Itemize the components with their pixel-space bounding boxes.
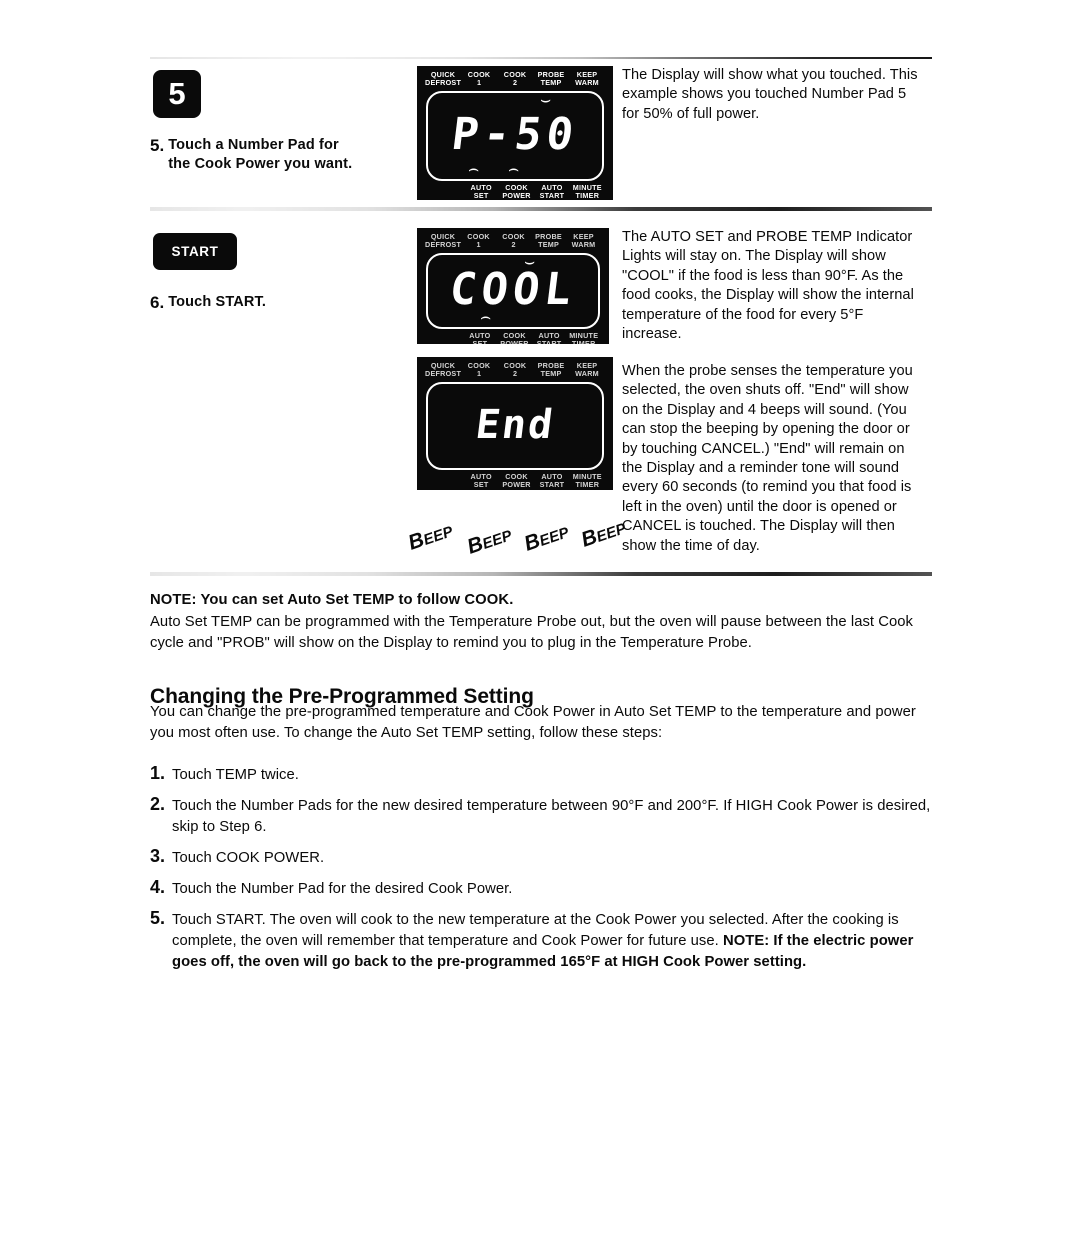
display-readout: End xyxy=(473,401,557,448)
indicator-keep-warm: KEEP WARM xyxy=(575,70,599,88)
panel-top-indicator-labels: QUICK DEFROST COOK 1 COOK 2 PROBE TEMP K… xyxy=(423,361,607,379)
list-item: 1. Touch TEMP twice. xyxy=(150,763,940,786)
indicator-auto-set: AUTO SET xyxy=(470,471,492,490)
step-number: 4. xyxy=(150,877,166,897)
indicator-cook-1: COOK 1 xyxy=(467,70,491,88)
indicator-minute-timer: MINUTE TIMER xyxy=(569,330,599,349)
oven-display-panel-end: QUICK DEFROST COOK 1 COOK 2 PROBE TEMP K… xyxy=(417,357,613,490)
indicator-cook-2: COOK 2 xyxy=(503,70,527,88)
beep-word-3: BEEP xyxy=(521,524,572,556)
indicator-auto-start: AUTO START xyxy=(536,330,562,349)
oven-display-panel-p50: QUICK DEFROST COOK 1 COOK 2 PROBE TEMP K… xyxy=(417,66,613,200)
indicator-probe-temp: PROBE TEMP xyxy=(537,70,565,88)
step-text: Touch TEMP twice. xyxy=(172,767,299,783)
list-item: 3. Touch COOK POWER. xyxy=(150,846,940,869)
panel-bottom-indicator-labels: AUTO SET COOK POWER AUTO START MINUTE TI… xyxy=(423,471,607,490)
note-body: Auto Set TEMP can be programmed with the… xyxy=(150,614,913,651)
display-readout: COOL xyxy=(446,263,580,315)
list-item: 5. Touch START. The oven will cook to th… xyxy=(150,908,940,973)
indicator-cook-1: COOK 1 xyxy=(467,361,491,379)
list-item: 4. Touch the Number Pad for the desired … xyxy=(150,877,940,900)
indicator-keep-warm: KEEP WARM xyxy=(575,361,599,379)
indicator-cook-power: COOK POWER xyxy=(500,330,529,349)
divider-lower xyxy=(150,572,932,576)
panel-top-indicator-labels: QUICK DEFROST COOK 1 COOK 2 PROBE TEMP K… xyxy=(423,232,603,250)
step-number: 3. xyxy=(150,846,166,866)
divider-mid xyxy=(150,207,932,211)
instruction-step-5: 5. Touch a Number Pad for the Cook Power… xyxy=(150,136,400,174)
step-text: Touch COOK POWER. xyxy=(172,850,325,866)
oven-display-panel-cool: QUICK DEFROST COOK 1 COOK 2 PROBE TEMP K… xyxy=(417,228,609,348)
start-key-graphic: START xyxy=(153,233,237,270)
indicator-keep-warm: KEEP WARM xyxy=(571,232,596,250)
indicator-cook-1: COOK 1 xyxy=(467,232,490,250)
step-6-description: The AUTO SET and PROBE TEMP Indicator Li… xyxy=(622,229,914,343)
panel-screen: ⌣ P-50 ⌢ ⌢ xyxy=(426,89,604,181)
step-text: Touch START. The oven will cook to the n… xyxy=(172,910,940,973)
numbered-step-list: 1. Touch TEMP twice. 2. Touch the Number… xyxy=(150,763,940,981)
beep-word-1: BEEP xyxy=(405,523,456,555)
step-5-description: The Display will show what you touched. … xyxy=(622,67,918,122)
beep-word-2: BEEP xyxy=(464,527,515,559)
indicator-minute-timer: MINUTE TIMER xyxy=(572,182,602,201)
end-block-description: When the probe senses the temperature yo… xyxy=(622,363,913,554)
panel-screen: ⌣ COOL ⌢ xyxy=(426,252,600,329)
indicator-tick-down-icon: ⌢ xyxy=(480,306,492,327)
step-5-text: Touch a Number Pad for the Cook Power yo… xyxy=(168,137,353,172)
manual-page: 5 5. Touch a Number Pad for the Cook Pow… xyxy=(0,0,1080,1251)
divider-top xyxy=(150,57,932,59)
indicator-tick-up-icon: ⌣ xyxy=(540,89,552,110)
indicator-auto-set: AUTO SET xyxy=(469,330,491,349)
step-5-number: 5. xyxy=(150,136,165,155)
indicator-tick-down-icon-a: ⌢ xyxy=(468,158,480,179)
step-number: 5. xyxy=(150,908,166,928)
indicator-minute-timer: MINUTE TIMER xyxy=(572,471,602,490)
note-heading: NOTE: You can set Auto Set TEMP to follo… xyxy=(150,592,514,608)
indicator-cook-2: COOK 2 xyxy=(503,361,527,379)
panel-top-indicator-labels: QUICK DEFROST COOK 1 COOK 2 PROBE TEMP K… xyxy=(423,70,607,88)
display-readout: P-50 xyxy=(448,108,582,160)
indicator-tick-down-icon-b: ⌢ xyxy=(508,158,520,179)
indicator-probe-temp: PROBE TEMP xyxy=(537,361,565,379)
indicator-auto-set: AUTO SET xyxy=(470,182,492,201)
indicator-quick-defrost: QUICK DEFROST xyxy=(425,70,462,88)
panel-bottom-indicator-labels: AUTO SET COOK POWER AUTO START MINUTE TI… xyxy=(423,182,607,201)
step-text: Touch the Number Pad for the desired Coo… xyxy=(172,881,513,897)
indicator-cook-2: COOK 2 xyxy=(502,232,525,250)
section-intro: You can change the pre-programmed temper… xyxy=(150,704,916,741)
indicator-auto-start: AUTO START xyxy=(539,182,565,201)
indicator-auto-start: AUTO START xyxy=(539,471,565,490)
step-number: 2. xyxy=(150,794,166,814)
step-6-number: 6. xyxy=(150,293,165,312)
indicator-cook-power: COOK POWER xyxy=(502,471,531,490)
indicator-cook-power: COOK POWER xyxy=(502,182,531,201)
beep-sound-graphic: BEEP BEEP BEEP BEEP xyxy=(398,498,628,568)
step-number: 1. xyxy=(150,763,166,783)
indicator-quick-defrost: QUICK DEFROST xyxy=(425,361,462,379)
panel-bottom-indicator-labels: AUTO SET COOK POWER AUTO START MINUTE TI… xyxy=(423,330,603,349)
step-badge-5: 5 xyxy=(153,70,201,118)
step-6-text: Touch START. xyxy=(168,294,267,310)
indicator-probe-temp: PROBE TEMP xyxy=(535,232,562,250)
list-item: 2. Touch the Number Pads for the new des… xyxy=(150,794,940,838)
instruction-step-6: 6. Touch START. xyxy=(150,293,400,313)
indicator-quick-defrost: QUICK DEFROST xyxy=(425,232,462,250)
panel-screen: End xyxy=(426,381,604,470)
step-text: Touch the Number Pads for the new desire… xyxy=(172,798,931,835)
